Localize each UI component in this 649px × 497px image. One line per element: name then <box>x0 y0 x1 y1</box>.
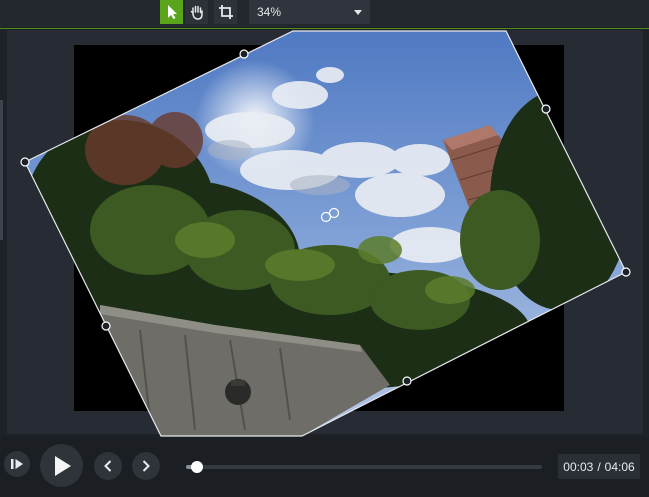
rotated-media-layer[interactable] <box>0 0 649 437</box>
current-time: 00:03 <box>563 459 594 474</box>
transform-handle-bottom[interactable] <box>402 376 412 386</box>
seek-thumb[interactable] <box>191 461 203 473</box>
play-button[interactable] <box>40 444 83 487</box>
transform-handle-top-left[interactable] <box>20 157 30 167</box>
chevron-left-icon <box>104 460 112 472</box>
step-play-button[interactable] <box>4 451 30 477</box>
step-play-icon <box>11 459 23 469</box>
playback-controls: 00:03 / 04:06 <box>0 437 649 497</box>
previous-button[interactable] <box>94 452 122 480</box>
total-duration: 04:06 <box>604 459 635 474</box>
timecode-display: 00:03 / 04:06 <box>558 454 640 479</box>
next-button[interactable] <box>132 452 160 480</box>
chevron-right-icon <box>142 460 150 472</box>
time-separator: / <box>597 459 601 474</box>
play-icon <box>54 455 71 476</box>
transform-handle-left[interactable] <box>101 321 111 331</box>
transform-handle-top-right[interactable] <box>541 104 551 114</box>
transform-handle-right[interactable] <box>621 267 631 277</box>
seek-bar[interactable] <box>186 461 542 473</box>
transform-handle-top[interactable] <box>239 49 249 59</box>
